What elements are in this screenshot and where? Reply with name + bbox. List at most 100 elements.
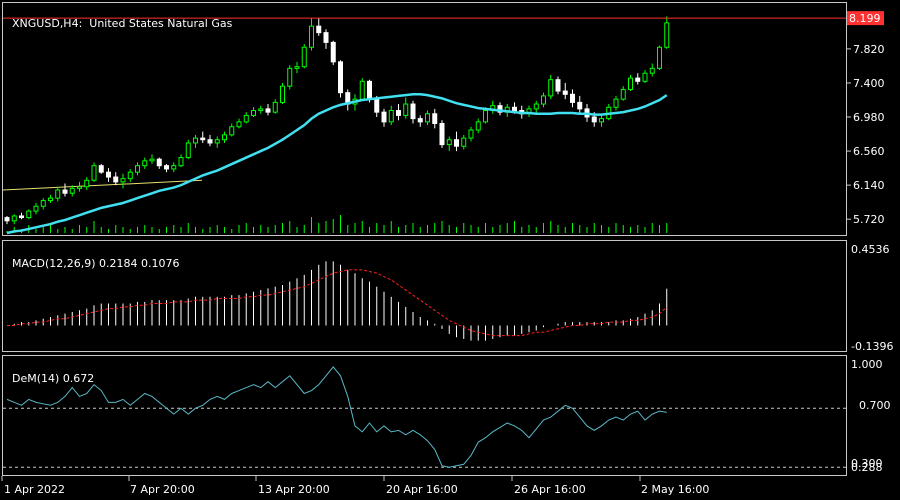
candle (396, 104, 401, 121)
candle (403, 97, 409, 119)
candle-body (142, 160, 148, 167)
macd-label: MACD(12,26,9) 0.2184 0.1076 (5, 244, 180, 270)
candle (127, 168, 133, 182)
candle (345, 89, 351, 111)
candle-body (642, 72, 648, 82)
candle-body (628, 77, 633, 90)
candle (149, 154, 155, 165)
svg-text:26 Apr 16:00: 26 Apr 16:00 (514, 483, 586, 496)
price-tick-label: 7.400 (853, 77, 885, 90)
candle (193, 134, 198, 148)
candle-body (207, 139, 213, 144)
candle-body (599, 118, 604, 123)
candle (381, 108, 387, 127)
current-price-label: 8.199 (849, 12, 881, 25)
candle (657, 45, 662, 70)
candle (91, 162, 97, 182)
candle (62, 183, 68, 197)
candle-body (309, 25, 314, 48)
dem-scale-max: 1.000 (851, 358, 883, 371)
candle (251, 107, 256, 118)
macd-histogram (13, 261, 668, 341)
dem-name: DeM(14) (12, 372, 60, 385)
candle (142, 157, 148, 169)
candle (265, 104, 271, 116)
candle-body (4, 217, 10, 222)
candle (40, 198, 46, 210)
svg-text:2 May 16:00: 2 May 16:00 (641, 483, 709, 496)
candle (497, 102, 503, 116)
candle-body (214, 139, 220, 144)
candle-body (77, 186, 82, 189)
candle-body (635, 77, 641, 82)
candle-body (330, 41, 336, 63)
candle-body (135, 165, 140, 173)
candle-body (84, 179, 90, 188)
candle-body (33, 205, 39, 212)
time-label: 2 May 16:00 (639, 476, 709, 496)
candle-body (475, 121, 481, 131)
candle (432, 108, 438, 129)
demarker-pane[interactable]: 1.000 0.700 0.300 0.288 (2, 355, 891, 476)
candle (541, 92, 546, 108)
candle (207, 134, 213, 147)
candle-body (120, 178, 126, 183)
chart-title: XNGUSD,H4: United States Natural Gas (12, 17, 233, 30)
candle-body (316, 25, 322, 34)
candle-body (555, 79, 561, 92)
candle-body (19, 215, 24, 219)
dem-path (6, 366, 667, 468)
candle-body (258, 108, 264, 112)
candle-body (294, 66, 300, 69)
candle-body (127, 171, 133, 180)
candle (490, 100, 496, 114)
candle (359, 78, 365, 101)
time-label: 7 Apr 20:00 (128, 476, 195, 496)
candle (200, 131, 206, 143)
candle-body (265, 108, 271, 113)
candle (664, 16, 670, 49)
candle (330, 40, 336, 66)
candle-body (432, 113, 438, 125)
candle-body (461, 137, 467, 147)
candle-body (483, 110, 488, 123)
candle-body (403, 103, 409, 116)
candle-body (454, 139, 459, 147)
price-axis[interactable]: 7.820 7.400 6.980 6.560 6.140 5.720 (846, 43, 885, 226)
price-tick-label: 6.560 (853, 145, 885, 158)
candle (620, 86, 626, 101)
candle-body (439, 123, 445, 146)
candlestick-series (4, 16, 670, 225)
candle (294, 61, 300, 74)
candle (156, 157, 162, 169)
price-tick-label: 6.140 (853, 179, 885, 192)
candle-body (388, 110, 394, 123)
candle-body (272, 101, 278, 113)
candle-body (541, 95, 546, 105)
candle-body (533, 103, 539, 110)
candle (272, 99, 278, 114)
candle-body (243, 114, 249, 123)
price-chart-pane[interactable]: 7.820 7.400 6.980 6.560 6.140 5.720 8.199 (2, 2, 885, 236)
candle (214, 136, 220, 148)
candle (439, 120, 445, 148)
candle-body (613, 98, 619, 108)
candle-body (251, 110, 256, 116)
candle-body (193, 137, 198, 144)
candle (280, 82, 285, 105)
candle-body (649, 67, 655, 74)
candle-body (512, 106, 517, 112)
candle-body (178, 157, 184, 167)
candle (606, 104, 612, 121)
candle-body (156, 158, 162, 167)
candle (48, 194, 53, 203)
dem-label: DeM(14) 0.672 (5, 359, 94, 385)
time-axis[interactable]: 1 Apr 2022 7 Apr 20:00 13 Apr 20:00 20 A… (1, 476, 709, 496)
price-tick-label: 7.820 (853, 43, 885, 56)
candle (77, 181, 82, 192)
candle-body (381, 111, 387, 123)
volume-bars (6, 215, 668, 233)
candle-body (374, 98, 380, 113)
candle-body (91, 165, 97, 181)
instrument-description: United States Natural Gas (89, 17, 233, 30)
